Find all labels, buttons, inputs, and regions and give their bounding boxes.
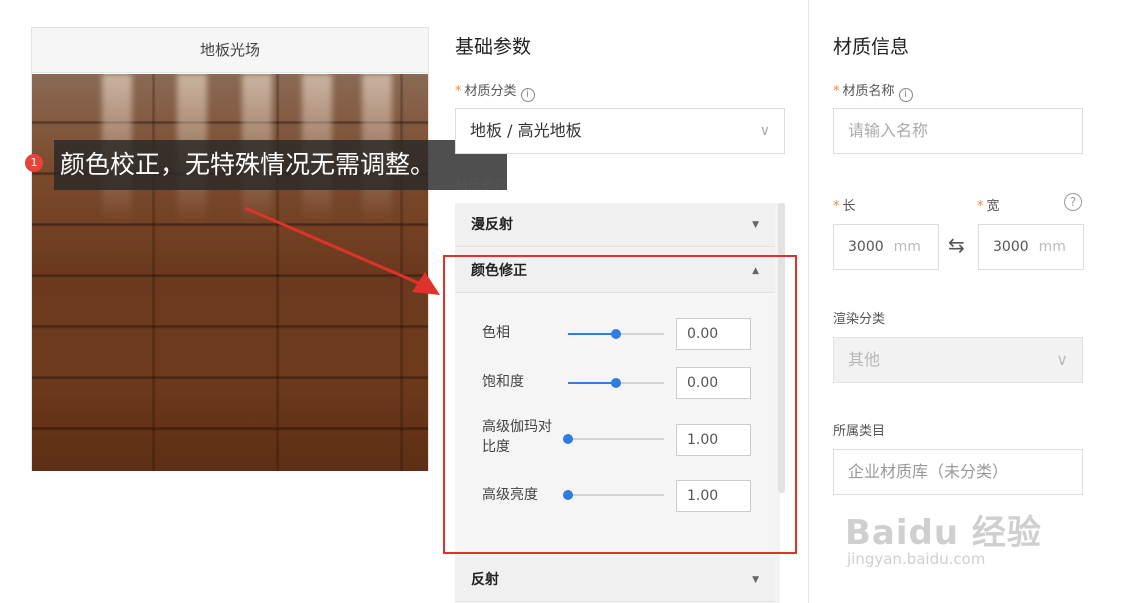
- watermark-logo: Baidu 经验 jingyan.baidu.com: [845, 513, 1042, 568]
- length-label: * 长: [833, 199, 856, 214]
- info-icon[interactable]: i: [898, 88, 913, 102]
- info-icon[interactable]: i: [520, 88, 535, 102]
- name-label: * 材质名称 i: [833, 80, 913, 102]
- params-label: 材质参数: [455, 178, 508, 193]
- column-divider: [808, 0, 809, 603]
- swap-icon[interactable]: ⇆: [948, 233, 965, 257]
- catalog-input[interactable]: 企业材质库（未分类）: [833, 449, 1083, 495]
- chevron-down-icon: ∨: [1056, 350, 1068, 369]
- material-info-heading: 材质信息: [833, 36, 910, 58]
- material-name-input[interactable]: 请输入名称: [833, 108, 1083, 154]
- help-icon[interactable]: ?: [1064, 193, 1082, 211]
- caret-down-icon: ▼: [752, 575, 759, 585]
- chevron-down-icon: ∨: [759, 123, 770, 139]
- preview-title: 地板光场: [32, 28, 428, 73]
- annotation-arrow-icon: [244, 206, 440, 295]
- render-category-select: 其他 ∨: [833, 337, 1083, 383]
- width-input[interactable]: 3000 mm: [978, 224, 1084, 270]
- render-label: 渲染分类: [833, 312, 886, 327]
- length-input[interactable]: 3000 mm: [833, 224, 939, 270]
- caret-down-icon: ▼: [752, 220, 759, 230]
- section-diffuse[interactable]: 漫反射 ▼: [455, 203, 775, 247]
- catalog-label: 所属类目: [833, 424, 886, 439]
- category-select[interactable]: 地板 / 高光地板 ∨: [455, 108, 785, 154]
- annotation-highlight-box: [443, 255, 797, 554]
- section-reflection[interactable]: 反射 ▼: [455, 558, 775, 602]
- width-label: * 宽: [977, 199, 1000, 214]
- category-label: * 材质分类 i: [455, 80, 535, 102]
- annotation-callout: 颜色校正，无特殊情况无需调整。: [54, 140, 507, 190]
- basic-params-heading: 基础参数: [455, 36, 532, 58]
- step-badge: 1: [25, 154, 43, 172]
